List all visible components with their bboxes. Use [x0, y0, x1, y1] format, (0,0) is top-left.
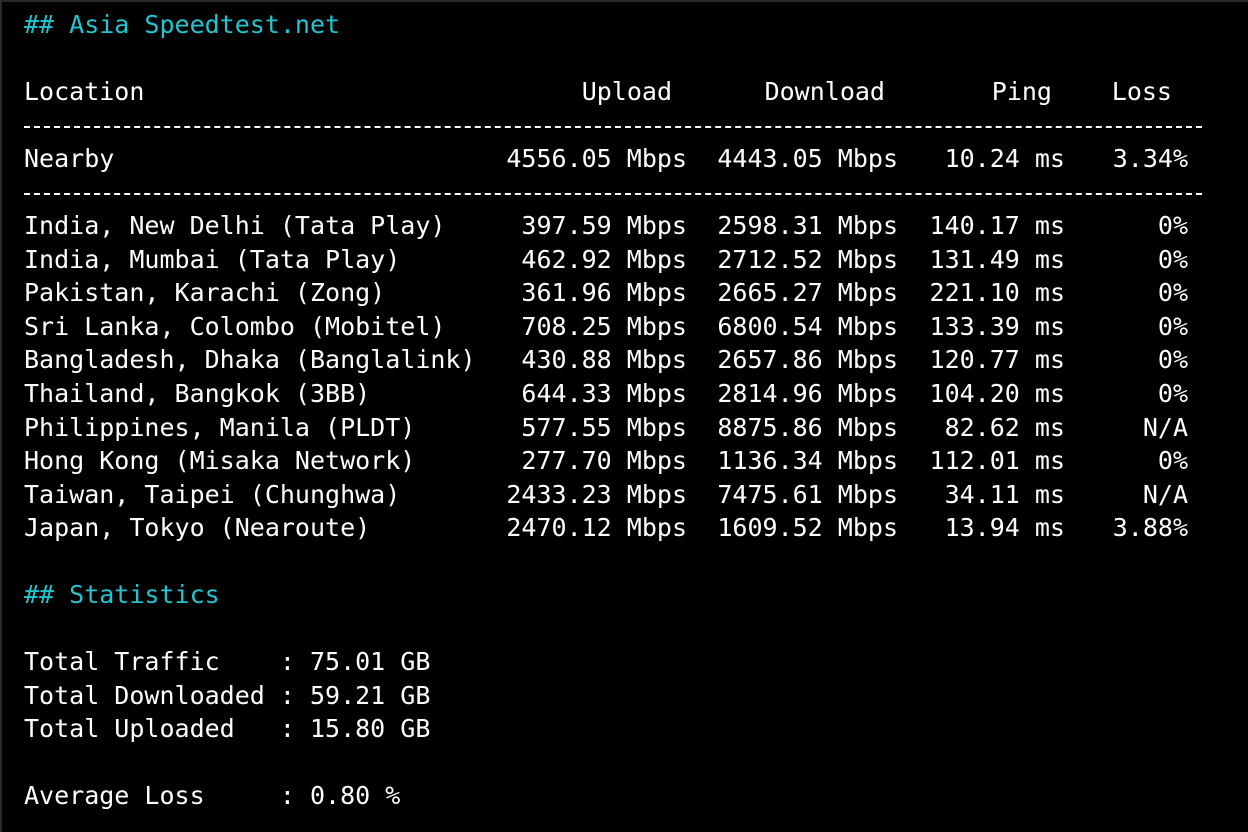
row-loss: 3.88%: [1112, 513, 1188, 542]
row-upload: 361.96 Mbps: [521, 278, 687, 307]
row-loss: N/A: [1142, 480, 1188, 509]
stat-total-uploaded: Total Uploaded : 15.80 GB: [24, 714, 431, 743]
row-location: Hong Kong (Misaka Network): [24, 446, 416, 475]
nearby-loss: 3.34%: [1112, 144, 1188, 173]
header-ping: Ping: [991, 77, 1052, 106]
header-download: Download: [764, 77, 885, 106]
row-loss: 0%: [1157, 379, 1188, 408]
row-upload: 577.55 Mbps: [521, 413, 687, 442]
row-location: India, Mumbai (Tata Play): [24, 245, 401, 274]
header-upload: Upload: [581, 77, 672, 106]
row-loss: 0%: [1157, 446, 1188, 475]
row-upload: 644.33 Mbps: [521, 379, 687, 408]
nearby-location: Nearby: [24, 144, 115, 173]
row-download: 6800.54 Mbps: [717, 312, 898, 341]
row-loss: 0%: [1157, 345, 1188, 374]
stat-total-traffic: Total Traffic : 75.01 GB: [24, 647, 431, 676]
row-download: 1609.52 Mbps: [717, 513, 898, 542]
nearby-upload: 4556.05 Mbps: [506, 144, 687, 173]
row-upload: 2433.23 Mbps: [506, 480, 687, 509]
separator-bottom: [24, 193, 1202, 195]
row-ping: 104.20 ms: [929, 379, 1065, 408]
row-ping: 133.39 ms: [929, 312, 1065, 341]
row-ping: 221.10 ms: [929, 278, 1065, 307]
row-loss: 0%: [1157, 278, 1188, 307]
asia-speedtest-heading: ## Asia Speedtest.net: [24, 10, 341, 39]
row-download: 2814.96 Mbps: [717, 379, 898, 408]
window-border-top: [0, 0, 1248, 2]
row-download: 2598.31 Mbps: [717, 211, 898, 240]
row-ping: 82.62 ms: [944, 413, 1065, 442]
separator-top: [24, 126, 1202, 128]
stat-average-loss: Average Loss : 0.80 %: [24, 781, 401, 810]
row-loss: N/A: [1142, 413, 1188, 442]
nearby-ping: 10.24 ms: [944, 144, 1065, 173]
row-upload: 277.70 Mbps: [521, 446, 687, 475]
row-location: Taiwan, Taipei (Chunghwa): [24, 480, 401, 509]
row-location: Bangladesh, Dhaka (Banglalink): [24, 345, 476, 374]
row-location: Thailand, Bangkok (3BB): [24, 379, 371, 408]
row-ping: 34.11 ms: [944, 480, 1065, 509]
row-ping: 120.77 ms: [929, 345, 1065, 374]
row-upload: 430.88 Mbps: [521, 345, 687, 374]
row-location: Japan, Tokyo (Nearoute): [24, 513, 371, 542]
row-upload: 462.92 Mbps: [521, 245, 687, 274]
row-download: 8875.86 Mbps: [717, 413, 898, 442]
nearby-download: 4443.05 Mbps: [717, 144, 898, 173]
row-location: Pakistan, Karachi (Zong): [24, 278, 386, 307]
row-upload: 708.25 Mbps: [521, 312, 687, 341]
row-upload: 2470.12 Mbps: [506, 513, 687, 542]
stat-total-downloaded: Total Downloaded : 59.21 GB: [24, 681, 431, 710]
row-download: 2657.86 Mbps: [717, 345, 898, 374]
header-location: Location: [24, 77, 145, 106]
window-border-left: [0, 0, 2, 832]
row-location: Sri Lanka, Colombo (Mobitel): [24, 312, 446, 341]
row-location: India, New Delhi (Tata Play): [24, 211, 446, 240]
row-upload: 397.59 Mbps: [521, 211, 687, 240]
row-loss: 0%: [1157, 245, 1188, 274]
row-ping: 112.01 ms: [929, 446, 1065, 475]
row-loss: 0%: [1157, 211, 1188, 240]
row-download: 7475.61 Mbps: [717, 480, 898, 509]
row-download: 1136.34 Mbps: [717, 446, 898, 475]
row-location: Philippines, Manila (PLDT): [24, 413, 416, 442]
row-ping: 131.49 ms: [929, 245, 1065, 274]
terminal-window: ## Asia Speedtest.net Location Upload Do…: [0, 0, 1248, 832]
header-loss: Loss: [1111, 77, 1172, 106]
statistics-heading: ## Statistics: [24, 580, 220, 609]
row-download: 2712.52 Mbps: [717, 245, 898, 274]
row-ping: 13.94 ms: [944, 513, 1065, 542]
row-loss: 0%: [1157, 312, 1188, 341]
row-download: 2665.27 Mbps: [717, 278, 898, 307]
row-ping: 140.17 ms: [929, 211, 1065, 240]
